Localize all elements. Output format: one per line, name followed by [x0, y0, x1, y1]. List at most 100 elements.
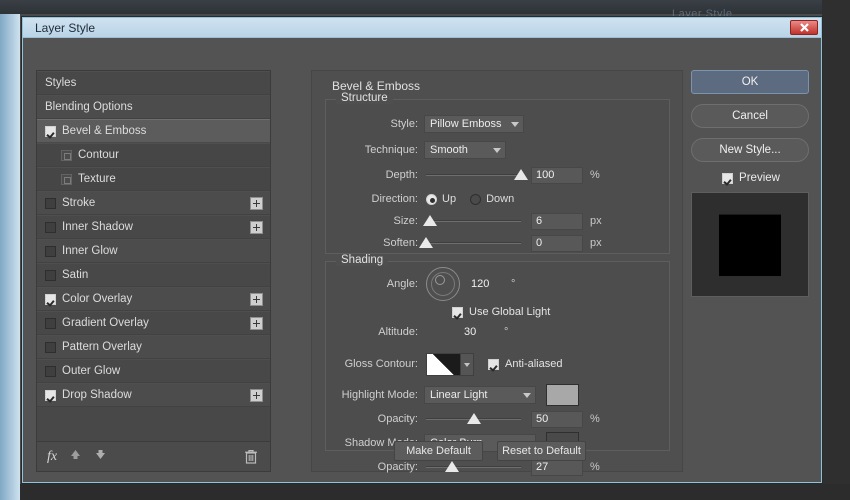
angle-dial[interactable]	[426, 267, 460, 301]
technique-select[interactable]: Smooth	[424, 141, 506, 159]
effect-enable-checkbox[interactable]	[45, 342, 56, 353]
sidebar-item-styles[interactable]: Styles	[37, 71, 270, 95]
sidebar-item-label: Pattern Overlay	[62, 341, 142, 353]
trash-icon[interactable]	[244, 449, 258, 469]
dialog-title: Layer Style	[35, 21, 95, 35]
use-global-light-checkbox[interactable]	[452, 307, 463, 318]
size-slider[interactable]	[426, 214, 521, 228]
effect-enable-checkbox[interactable]	[45, 270, 56, 281]
effects-list: Styles Blending Options Bevel & Emboss Cont…	[37, 71, 270, 407]
effect-enable-checkbox[interactable]	[45, 390, 56, 401]
gloss-contour-dropdown[interactable]	[461, 353, 474, 376]
sidebar-item-blending-options[interactable]: Blending Options	[37, 95, 270, 119]
sidebar-item-contour[interactable]: Contour	[37, 143, 270, 167]
shadow-opacity-thumb[interactable]	[445, 461, 459, 472]
shadow-opacity-slider[interactable]	[426, 460, 521, 474]
angle-input[interactable]: 120	[467, 276, 513, 293]
use-global-light-row[interactable]: Use Global Light	[452, 302, 550, 322]
fx-icon[interactable]: fx	[47, 449, 57, 465]
make-default-button[interactable]: Make Default	[394, 441, 483, 461]
sidebar-item-label: Styles	[45, 77, 76, 89]
direction-up-radio[interactable]	[426, 194, 437, 205]
ok-button[interactable]: OK	[691, 70, 809, 94]
gloss-contour-row: Gloss Contour: Anti-aliased	[326, 354, 671, 374]
shadow-opacity-input[interactable]: 27	[531, 459, 583, 476]
sidebar-item-inner-glow[interactable]: Inner Glow	[37, 239, 270, 263]
add-effect-instance-button[interactable]	[250, 293, 263, 306]
sidebar-item-label: Inner Shadow	[62, 221, 133, 233]
sidebar-item-stroke[interactable]: Stroke	[37, 191, 270, 215]
highlight-opacity-thumb[interactable]	[467, 413, 481, 424]
shading-group: Shading Angle: 120 ° Use Global Light	[325, 261, 670, 451]
altitude-unit: °	[504, 326, 508, 338]
add-effect-instance-button[interactable]	[250, 317, 263, 330]
size-slider-thumb[interactable]	[423, 215, 437, 226]
highlight-color-swatch[interactable]	[546, 384, 579, 406]
style-select[interactable]: Pillow Emboss	[424, 115, 524, 133]
sidebar-item-label: Bevel & Emboss	[62, 125, 146, 137]
direction-up-label: Up	[442, 193, 456, 205]
background-right-panel	[822, 0, 850, 500]
effect-enable-checkbox[interactable]	[45, 198, 56, 209]
anti-aliased-checkbox[interactable]	[488, 359, 499, 370]
effect-enable-checkbox[interactable]	[45, 366, 56, 377]
direction-down-radio[interactable]	[470, 194, 481, 205]
arrow-up-icon[interactable]	[69, 448, 82, 466]
sidebar-item-gradient-overlay[interactable]: Gradient Overlay	[37, 311, 270, 335]
new-style-button[interactable]: New Style...	[691, 138, 809, 162]
shadow-opacity-track	[426, 466, 521, 468]
arrow-down-icon[interactable]	[94, 448, 107, 466]
sidebar-item-outer-glow[interactable]: Outer Glow	[37, 359, 270, 383]
layer-style-dialog: Layer Style Styles Blending Options Bevel …	[22, 17, 822, 483]
preview-checkbox[interactable]	[722, 173, 733, 184]
size-label: Size:	[326, 215, 418, 227]
sidebar-item-drop-shadow[interactable]: Drop Shadow	[37, 383, 270, 407]
sidebar-item-satin[interactable]: Satin	[37, 263, 270, 287]
screen: Layer Style Layer Style Styles Blending O…	[0, 0, 850, 500]
effect-enable-checkbox[interactable]	[45, 318, 56, 329]
soften-slider-track	[426, 242, 521, 244]
sidebar-item-inner-shadow[interactable]: Inner Shadow	[37, 215, 270, 239]
add-effect-instance-button[interactable]	[250, 389, 263, 402]
structure-group: Structure Style: Pillow Emboss Technique…	[325, 99, 670, 254]
size-slider-track	[426, 220, 521, 222]
cancel-button[interactable]: Cancel	[691, 104, 809, 128]
altitude-input[interactable]: 30	[460, 324, 506, 341]
highlight-opacity-row: Opacity: 50 %	[326, 409, 671, 429]
sidebar-item-bevel-emboss[interactable]: Bevel & Emboss	[37, 119, 270, 143]
preview-row[interactable]: Preview	[691, 172, 811, 184]
close-button[interactable]	[790, 20, 818, 35]
reset-to-default-button[interactable]: Reset to Default	[497, 441, 586, 461]
sidebar-item-pattern-overlay[interactable]: Pattern Overlay	[37, 335, 270, 359]
sidebar-item-texture[interactable]: Texture	[37, 167, 270, 191]
add-effect-instance-button[interactable]	[250, 197, 263, 210]
soften-input[interactable]: 0	[531, 235, 583, 252]
effect-enable-checkbox[interactable]	[45, 246, 56, 257]
highlight-opacity-input[interactable]: 50	[531, 411, 583, 428]
effect-enable-checkbox[interactable]	[45, 294, 56, 305]
dialog-actions: OK Cancel New Style... Preview	[691, 70, 811, 472]
direction-down-label: Down	[486, 193, 514, 205]
dialog-titlebar[interactable]: Layer Style	[23, 18, 821, 38]
depth-slider-thumb[interactable]	[514, 169, 528, 180]
contour-curve-icon[interactable]	[426, 353, 461, 376]
highlight-mode-select[interactable]: Linear Light	[424, 386, 536, 404]
sidebar-item-label: Gradient Overlay	[62, 317, 149, 329]
effects-footer-toolbar: fx	[37, 441, 270, 471]
highlight-opacity-label: Opacity:	[326, 413, 418, 425]
depth-input[interactable]: 100	[531, 167, 583, 184]
structure-legend: Structure	[336, 92, 393, 104]
size-input[interactable]: 6	[531, 213, 583, 230]
use-global-light-label: Use Global Light	[469, 306, 550, 318]
effect-enable-checkbox[interactable]	[45, 126, 56, 137]
depth-label: Depth:	[326, 169, 418, 181]
direction-label: Direction:	[326, 193, 418, 205]
soften-slider-thumb[interactable]	[419, 237, 433, 248]
soften-slider[interactable]	[426, 236, 521, 250]
highlight-opacity-slider[interactable]	[426, 412, 521, 426]
depth-slider[interactable]	[426, 168, 521, 182]
preview-swatch	[719, 214, 781, 276]
sidebar-item-color-overlay[interactable]: Color Overlay	[37, 287, 270, 311]
add-effect-instance-button[interactable]	[250, 221, 263, 234]
effect-enable-checkbox[interactable]	[45, 222, 56, 233]
